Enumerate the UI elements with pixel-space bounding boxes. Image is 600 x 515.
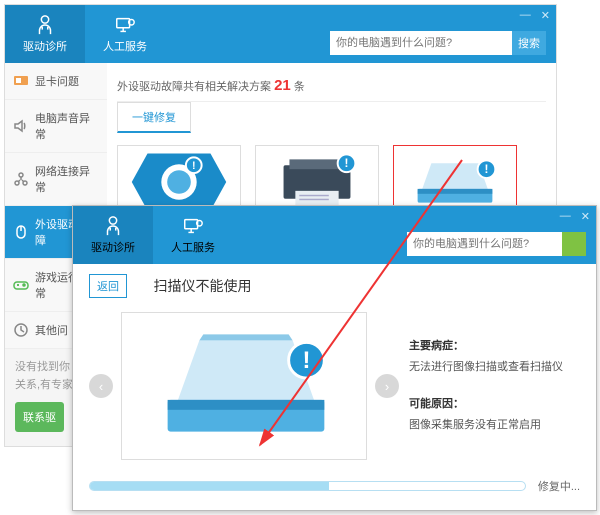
gamepad-icon: [13, 277, 29, 293]
window2-header: 驱动诊所 人工服务 — ✕: [73, 206, 596, 264]
search-input[interactable]: [407, 232, 562, 256]
svg-text:!: !: [303, 347, 311, 374]
window2-body: 返回 扫描仪不能使用 ‹ ! › 主要病症： 无法进行图像扫描或查看扫描仪 可能…: [73, 264, 596, 510]
symptom-text: 无法进行图像扫描或查看扫描仪: [409, 357, 563, 378]
minimize-icon[interactable]: —: [560, 210, 571, 223]
window1-controls: — ✕: [520, 9, 550, 22]
tab-human-service[interactable]: 人工服务: [85, 5, 165, 63]
mouse-icon: [13, 224, 29, 240]
tab-human-label: 人工服务: [171, 239, 215, 255]
speaker-icon: [13, 118, 29, 134]
search-button[interactable]: [562, 232, 586, 256]
scanner-illustration: !: [121, 312, 367, 460]
close-icon[interactable]: ✕: [581, 210, 590, 223]
sidebar-item-label: 电脑声音异常: [35, 110, 99, 142]
tab-diagnosis[interactable]: 驱动诊所: [5, 5, 85, 63]
window2-controls: — ✕: [560, 210, 590, 223]
sidebar-item-label: 其他问: [35, 322, 68, 338]
contact-button[interactable]: 联系驱: [15, 402, 64, 432]
back-button[interactable]: 返回: [89, 274, 127, 298]
tab-human-service[interactable]: 人工服务: [153, 206, 233, 264]
sidebar-item-label: 显卡问题: [35, 73, 79, 89]
sidebar-item-label: 网络连接异常: [35, 163, 99, 195]
monitor-headset-icon: [181, 215, 205, 237]
content-row: ‹ ! › 主要病症： 无法进行图像扫描或查看扫描仪 可能原因： 图像采集服务没…: [89, 312, 580, 460]
chevron-right-icon: ›: [385, 379, 389, 394]
search-wrap: [407, 232, 586, 256]
page-title: 扫描仪不能使用: [153, 276, 251, 296]
network-icon: [13, 171, 29, 187]
chevron-left-icon: ‹: [99, 379, 103, 394]
summary-line: 外设驱动故障共有相关解决方案 21 条: [117, 69, 546, 102]
cause-text: 图像采集服务没有正常启用: [409, 415, 563, 436]
tab-diagnosis-label: 驱动诊所: [91, 239, 135, 255]
window-repair-detail: 驱动诊所 人工服务 — ✕ 返回 扫描仪不能使用 ‹ ! ›: [72, 205, 597, 511]
progress-label: 修复中...: [538, 478, 580, 494]
svg-text:!: !: [192, 160, 196, 172]
cause-heading: 可能原因：: [409, 394, 563, 415]
sidebar-item-network[interactable]: 网络连接异常: [5, 153, 107, 206]
svg-text:!: !: [485, 162, 489, 176]
doctor-icon: [101, 215, 125, 237]
search-button[interactable]: 搜索: [512, 31, 546, 55]
gpu-icon: [13, 73, 29, 89]
window1-header: 驱动诊所 人工服务 — ✕ 搜索: [5, 5, 556, 63]
diagnosis-text: 主要病症： 无法进行图像扫描或查看扫描仪 可能原因： 图像采集服务没有正常启用: [409, 336, 563, 436]
tab-one-click-repair[interactable]: 一键修复: [117, 102, 191, 133]
sidebar-item-audio[interactable]: 电脑声音异常: [5, 100, 107, 153]
progress-bar: [89, 481, 526, 491]
monitor-headset-icon: [113, 14, 137, 36]
next-button[interactable]: ›: [375, 374, 399, 398]
progress-fill: [90, 482, 329, 490]
tab-human-label: 人工服务: [103, 38, 147, 54]
prev-button[interactable]: ‹: [89, 374, 113, 398]
search-input[interactable]: [330, 31, 512, 55]
sidebar-item-gpu[interactable]: 显卡问题: [5, 63, 107, 100]
repair-tab-row: 一键修复: [117, 101, 546, 133]
tab-diagnosis[interactable]: 驱动诊所: [73, 206, 153, 264]
progress-row: 修复中...: [89, 478, 580, 494]
minimize-icon[interactable]: —: [520, 9, 531, 22]
doctor-icon: [33, 14, 57, 36]
symptom-heading: 主要病症：: [409, 336, 563, 357]
svg-text:!: !: [345, 156, 349, 170]
search-wrap: 搜索: [330, 31, 546, 55]
close-icon[interactable]: ✕: [541, 9, 550, 22]
tab-diagnosis-label: 驱动诊所: [23, 38, 67, 54]
clock-icon: [13, 322, 29, 338]
summary-count: 21: [274, 77, 291, 94]
